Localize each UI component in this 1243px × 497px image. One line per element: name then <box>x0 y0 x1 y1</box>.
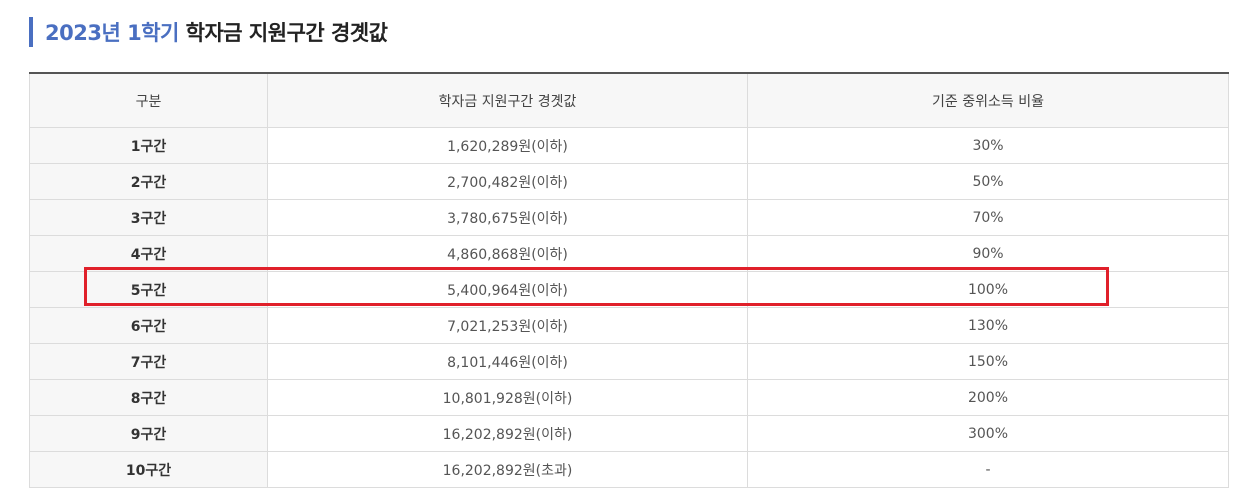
table-row: 4구간 4,860,868원(이하) 90% <box>29 235 1229 272</box>
ratio-cell: 70% <box>747 199 1229 236</box>
section-title: 2023년 1학기 학자금 지원구간 경곗값 <box>29 16 388 48</box>
table-row: 6구간 7,021,253원(이하) 130% <box>29 307 1229 344</box>
column-header-amount: 학자금 지원구간 경곗값 <box>267 72 748 128</box>
title-term: 2023년 1학기 <box>45 21 179 45</box>
table-row: 2구간 2,700,482원(이하) 50% <box>29 163 1229 200</box>
amount-cell: 10,801,928원(이하) <box>267 379 748 416</box>
ratio-cell: - <box>747 451 1229 488</box>
amount-cell: 8,101,446원(이하) <box>267 343 748 380</box>
ratio-cell: 100% <box>747 271 1229 308</box>
page-title: 2023년 1학기 학자금 지원구간 경곗값 <box>45 17 388 47</box>
ratio-cell: 130% <box>747 307 1229 344</box>
amount-cell: 2,700,482원(이하) <box>267 163 748 200</box>
band-cell: 2구간 <box>29 163 268 200</box>
table-header-row: 구분 학자금 지원구간 경곗값 기준 중위소득 비율 <box>29 72 1229 128</box>
amount-cell: 1,620,289원(이하) <box>267 127 748 164</box>
amount-cell: 16,202,892원(이하) <box>267 415 748 452</box>
ratio-cell: 30% <box>747 127 1229 164</box>
band-cell: 10구간 <box>29 451 268 488</box>
ratio-cell: 150% <box>747 343 1229 380</box>
ratio-cell: 50% <box>747 163 1229 200</box>
amount-cell: 16,202,892원(초과) <box>267 451 748 488</box>
ratio-cell: 90% <box>747 235 1229 272</box>
table-row: 3구간 3,780,675원(이하) 70% <box>29 199 1229 236</box>
table-row: 1구간 1,620,289원(이하) 30% <box>29 127 1229 164</box>
band-cell: 7구간 <box>29 343 268 380</box>
title-text: 학자금 지원구간 경곗값 <box>178 21 388 45</box>
band-cell: 6구간 <box>29 307 268 344</box>
table-row-highlighted: 5구간 5,400,964원(이하) 100% <box>29 271 1229 308</box>
band-cell: 9구간 <box>29 415 268 452</box>
table-row: 8구간 10,801,928원(이하) 200% <box>29 379 1229 416</box>
support-band-table: 구분 학자금 지원구간 경곗값 기준 중위소득 비율 1구간 1,620,289… <box>29 72 1229 488</box>
amount-cell: 4,860,868원(이하) <box>267 235 748 272</box>
ratio-cell: 200% <box>747 379 1229 416</box>
column-header-band: 구분 <box>29 72 268 128</box>
ratio-cell: 300% <box>747 415 1229 452</box>
amount-cell: 5,400,964원(이하) <box>267 271 748 308</box>
band-cell: 4구간 <box>29 235 268 272</box>
band-cell: 5구간 <box>29 271 268 308</box>
amount-cell: 7,021,253원(이하) <box>267 307 748 344</box>
amount-cell: 3,780,675원(이하) <box>267 199 748 236</box>
column-header-ratio: 기준 중위소득 비율 <box>747 72 1229 128</box>
table-row: 10구간 16,202,892원(초과) - <box>29 451 1229 488</box>
band-cell: 1구간 <box>29 127 268 164</box>
table-row: 9구간 16,202,892원(이하) 300% <box>29 415 1229 452</box>
title-accent-bar <box>29 17 33 47</box>
band-cell: 8구간 <box>29 379 268 416</box>
table-row: 7구간 8,101,446원(이하) 150% <box>29 343 1229 380</box>
band-cell: 3구간 <box>29 199 268 236</box>
